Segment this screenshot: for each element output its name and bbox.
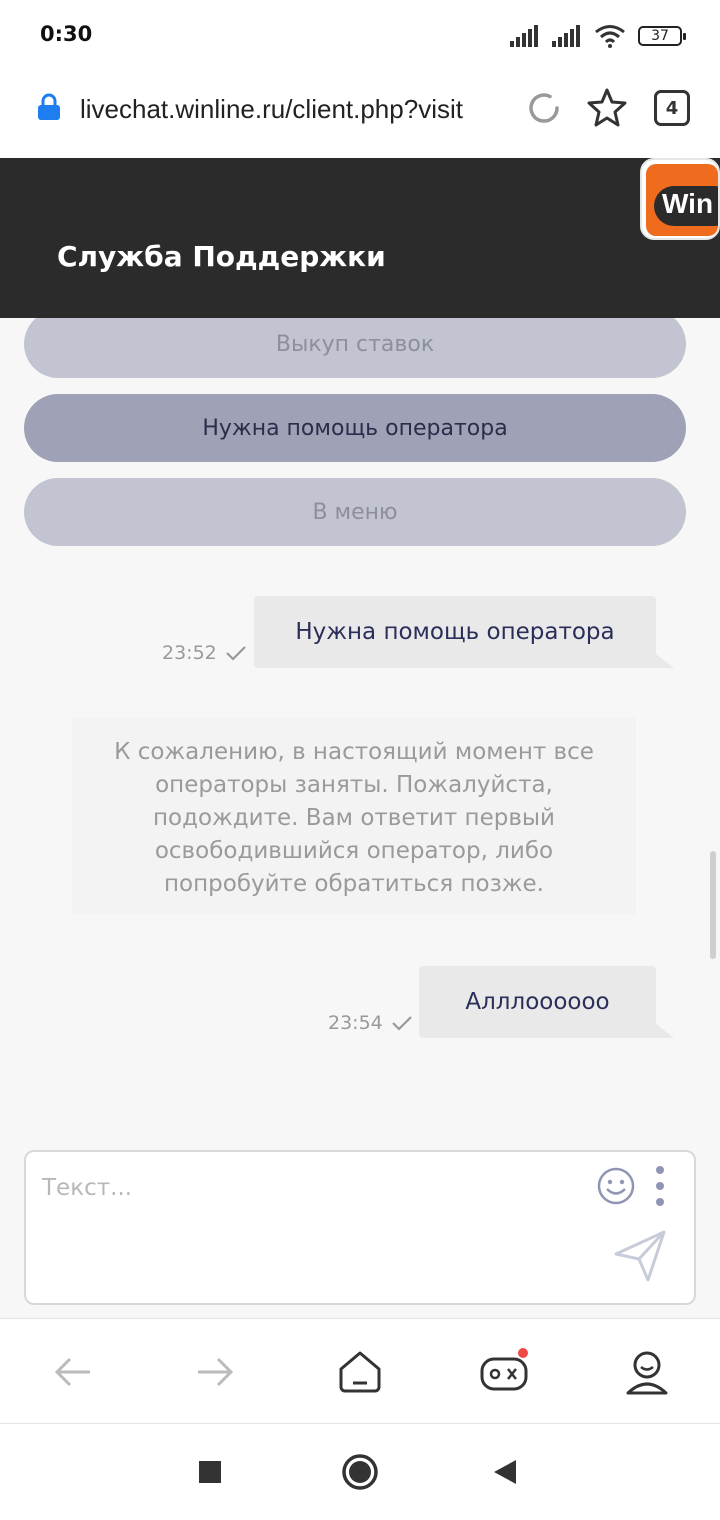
- logo-text: Win: [662, 188, 714, 219]
- tabs-count-button[interactable]: 4: [654, 90, 690, 126]
- quick-reply-menu[interactable]: В меню: [24, 478, 686, 546]
- back-icon[interactable]: [48, 1347, 98, 1397]
- message-composer: [24, 1150, 696, 1305]
- check-icon: [391, 1016, 412, 1031]
- star-icon[interactable]: [586, 86, 628, 128]
- home-circle-icon[interactable]: [340, 1452, 380, 1492]
- browser-url-bar: livechat.winline.ru/client.php?visit 4: [0, 70, 720, 158]
- signal-icon: [552, 25, 580, 47]
- battery-level: 37: [651, 28, 669, 44]
- quick-reply-buyback[interactable]: Выкуп ставок: [24, 318, 686, 378]
- scrollbar[interactable]: [710, 851, 716, 959]
- url-text[interactable]: livechat.winline.ru/client.php?visit: [80, 94, 505, 125]
- battery-icon: 37: [638, 26, 686, 46]
- games-icon[interactable]: [479, 1347, 529, 1397]
- reload-icon[interactable]: [524, 88, 564, 128]
- chat-header: Служба Поддержки Win: [0, 158, 720, 318]
- lock-icon: [38, 93, 60, 120]
- chat-messages: Выкуп ставок Нужна помощь оператора В ме…: [0, 318, 720, 1318]
- recents-icon[interactable]: [190, 1452, 230, 1492]
- winline-logo: Win: [640, 158, 720, 240]
- home-icon[interactable]: [335, 1347, 385, 1397]
- check-icon: [225, 646, 246, 661]
- system-nav-bar: [0, 1424, 720, 1520]
- message-time: 23:52: [162, 642, 247, 664]
- status-bar: 0:30 37: [0, 0, 720, 70]
- quick-reply-operator[interactable]: Нужна помощь оператора: [24, 394, 686, 462]
- profile-icon[interactable]: [622, 1347, 672, 1397]
- more-icon[interactable]: [652, 1164, 668, 1208]
- signal-icon: [510, 25, 538, 47]
- smiley-icon[interactable]: [596, 1166, 636, 1206]
- outgoing-message: Нужна помощь оператора: [254, 596, 674, 668]
- chat-title: Служба Поддержки: [57, 240, 386, 273]
- wifi-icon: [595, 25, 625, 48]
- message-time: 23:54: [328, 1012, 413, 1034]
- send-icon[interactable]: [612, 1228, 668, 1284]
- back-triangle-icon[interactable]: [486, 1452, 526, 1492]
- browser-bottom-nav: [0, 1318, 720, 1424]
- incoming-message: К сожалению, в настоящий момент все опер…: [72, 718, 636, 914]
- status-time: 0:30: [40, 22, 93, 46]
- message-input[interactable]: [42, 1168, 582, 1208]
- status-icons: 37: [510, 22, 686, 50]
- outgoing-message: Алллоооооо: [419, 966, 674, 1038]
- forward-icon[interactable]: [190, 1347, 240, 1397]
